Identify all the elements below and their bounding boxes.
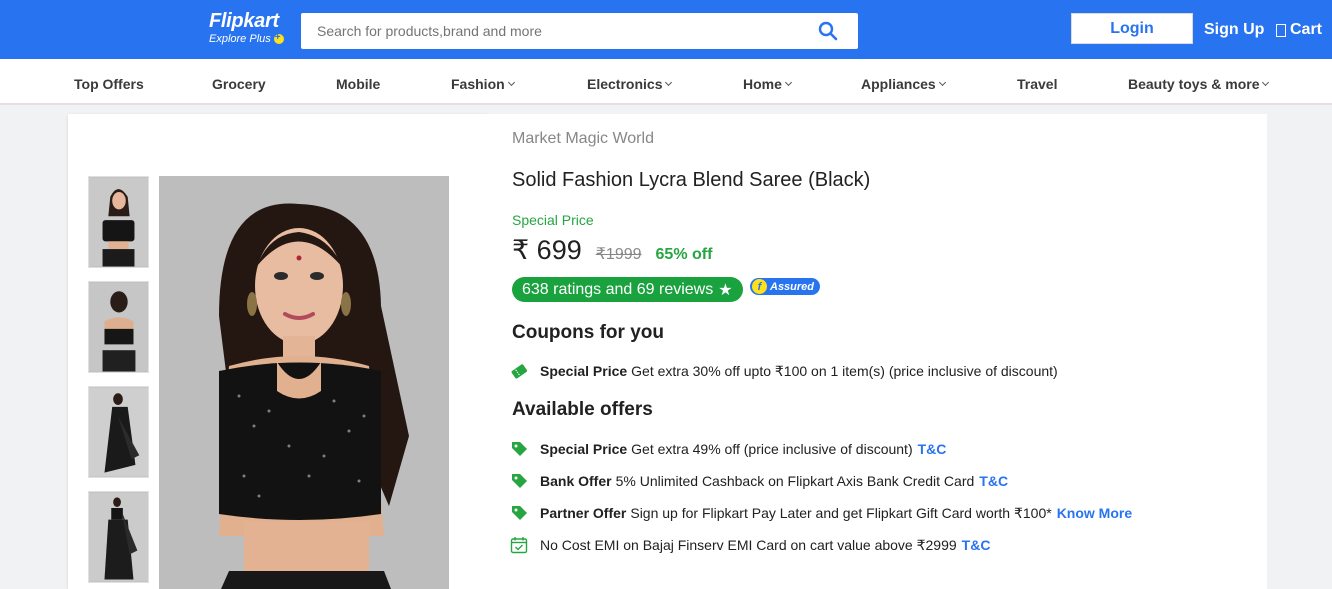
tnc-link[interactable]: T&C — [918, 441, 947, 457]
flipkart-assured-badge: f Assured — [750, 278, 821, 295]
search-input[interactable] — [301, 13, 791, 49]
calendar-icon — [510, 537, 528, 554]
original-price: ₹1999 — [595, 246, 642, 263]
tag-icon — [512, 442, 527, 456]
flipkart-logo[interactable]: Flipkart Explore Plus — [209, 10, 289, 48]
cart-link[interactable]: Cart — [1276, 21, 1322, 39]
nav-item-label: Home — [743, 76, 782, 92]
offer-item: Special Price Get extra 49% off (price i… — [510, 440, 946, 458]
top-header: Flipkart Explore Plus Login Sign Up Cart — [0, 0, 1332, 59]
offer-title: Special Price — [540, 441, 628, 457]
coupons-heading: Coupons for you — [512, 322, 664, 343]
nav-item-beauty-toys[interactable]: Beauty toys & more — [1128, 76, 1270, 92]
cart-icon — [1276, 23, 1286, 37]
assured-f-icon: f — [752, 279, 767, 294]
saree-thumbnail-image — [89, 177, 148, 267]
nav-item-label: Grocery — [212, 76, 266, 92]
tag-icon — [512, 506, 527, 520]
nav-item-label: Top Offers — [74, 76, 144, 92]
plus-icon — [273, 31, 284, 45]
model-saree-image — [159, 176, 449, 589]
product-thumbnail[interactable] — [88, 176, 149, 268]
offer-text: Get extra 49% off (price inclusive of di… — [631, 441, 913, 457]
offer-text: No Cost EMI on Bajaj Finserv EMI Card on… — [540, 536, 957, 553]
chevron-down-icon — [784, 78, 792, 87]
product-gallery — [68, 114, 488, 589]
login-button[interactable]: Login — [1071, 13, 1193, 44]
nav-item-mobile[interactable]: Mobile — [336, 76, 380, 92]
nav-item-label: Fashion — [451, 76, 505, 92]
chevron-down-icon — [665, 78, 673, 87]
offers-heading: Available offers — [512, 399, 653, 420]
discount-percent: 65% off — [655, 246, 713, 263]
logo-subtext: Explore Plus — [209, 31, 289, 46]
assured-label: Assured — [770, 280, 815, 293]
tag-icon — [512, 474, 527, 488]
nav-item-label: Appliances — [861, 76, 936, 92]
selling-price: ₹ 699 — [512, 235, 582, 265]
category-nav: Top Offers Grocery Mobile Fashion Electr… — [0, 59, 1332, 105]
rating-badge[interactable]: 638 ratings and 69 reviews ★ — [512, 277, 743, 302]
search-bar — [301, 13, 858, 49]
offer-title: Partner Offer — [540, 505, 627, 521]
nav-item-label: Electronics — [587, 76, 663, 92]
offer-title: Bank Offer — [540, 473, 612, 489]
offer-text: Sign up for Flipkart Pay Later and get F… — [630, 504, 1052, 521]
seller-name[interactable]: Market Magic World — [512, 130, 654, 148]
product-thumbnail[interactable] — [88, 386, 149, 478]
nav-item-electronics[interactable]: Electronics — [587, 76, 673, 92]
nav-item-label: Travel — [1017, 76, 1058, 92]
nav-item-label: Beauty toys & more — [1128, 76, 1260, 92]
chevron-down-icon — [1262, 78, 1270, 87]
logo-text: Flipkart — [209, 10, 279, 32]
tnc-link[interactable]: T&C — [962, 537, 991, 553]
nav-item-top-offers[interactable]: Top Offers — [74, 76, 144, 92]
saree-back-thumbnail-image — [89, 282, 148, 372]
chevron-down-icon — [507, 78, 515, 87]
price-row: ₹ 699 ₹1999 65% off — [512, 235, 712, 266]
search-icon[interactable] — [818, 21, 838, 41]
cart-label: Cart — [1290, 21, 1323, 38]
offer-item: No Cost EMI on Bajaj Finserv EMI Card on… — [510, 536, 990, 554]
product-details: Market Magic World Solid Fashion Lycra B… — [488, 114, 1267, 589]
explore-plus-label: Explore Plus — [209, 33, 271, 45]
offer-item: Bank Offer 5% Unlimited Cashback on Flip… — [510, 472, 1008, 490]
tnc-link[interactable]: T&C — [979, 473, 1008, 489]
nav-item-appliances[interactable]: Appliances — [861, 76, 946, 92]
offer-text: 5% Unlimited Cashback on Flipkart Axis B… — [615, 473, 975, 489]
chevron-down-icon — [938, 78, 946, 87]
star-icon: ★ — [718, 281, 733, 299]
product-thumbnail[interactable] — [88, 281, 149, 373]
nav-item-grocery[interactable]: Grocery — [212, 76, 266, 92]
saree-side-thumbnail-image — [89, 387, 148, 477]
coupon-text: Get extra 30% off upto ₹100 on 1 item(s)… — [631, 362, 1058, 379]
rating-text: 638 ratings and 69 reviews — [522, 280, 714, 298]
product-thumbnail[interactable] — [88, 491, 149, 583]
nav-item-home[interactable]: Home — [743, 76, 792, 92]
coupon-title: Special Price — [540, 363, 628, 379]
offer-item: Partner Offer Sign up for Flipkart Pay L… — [510, 504, 1132, 522]
saree-full-thumbnail-image — [89, 492, 148, 582]
special-price-label: Special Price — [512, 212, 594, 228]
signup-link[interactable]: Sign Up — [1204, 21, 1264, 39]
coupon-item: Special Price Get extra 30% off upto ₹10… — [510, 362, 1058, 380]
know-more-link[interactable]: Know More — [1057, 505, 1132, 521]
coupon-icon — [511, 364, 528, 379]
nav-item-label: Mobile — [336, 76, 381, 92]
nav-item-fashion[interactable]: Fashion — [451, 76, 515, 92]
product-title: Solid Fashion Lycra Blend Saree (Black) — [512, 169, 871, 191]
product-main-image[interactable] — [159, 176, 449, 589]
nav-item-travel[interactable]: Travel — [1017, 76, 1057, 92]
